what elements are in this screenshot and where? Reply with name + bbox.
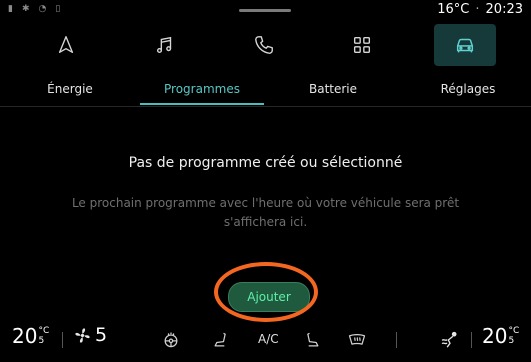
defrost-button[interactable] [345, 328, 369, 352]
infotainment-screen: ▮ ✱ ◔ ▯ 16°C · 20:23 Énergie Programmes … [0, 0, 531, 362]
phone-icon: ▯ [55, 4, 61, 14]
signal-icon: ▮ [8, 4, 13, 14]
fan-speed-value: 5 [95, 324, 108, 346]
right-divider [471, 332, 472, 348]
seat-icon [307, 332, 319, 347]
right-temperature[interactable]: 20 °C 5 [482, 324, 519, 348]
right-temp-decimal: 5 [508, 336, 515, 346]
nav-button-vehicle[interactable] [434, 24, 496, 66]
status-readout: 16°C · 20:23 [437, 2, 523, 17]
left-temperature-unit: °C 5 [38, 326, 49, 346]
nav-button-music[interactable] [134, 24, 196, 66]
nav-button-phone[interactable] [233, 24, 295, 66]
status-icons: ▮ ✱ ◔ ▯ [8, 4, 60, 14]
left-temperature[interactable]: 20 °C 5 [12, 324, 49, 348]
music-icon [156, 36, 172, 54]
active-tab-indicator [140, 103, 264, 105]
status-separator: · [475, 2, 480, 17]
tab-batterie[interactable]: Batterie [283, 72, 383, 106]
fan-icon [75, 327, 90, 343]
air-flow-button[interactable] [438, 328, 462, 352]
phone-icon [255, 36, 273, 54]
right-temperature-unit: °C 5 [508, 326, 519, 346]
tab-programmes[interactable]: Programmes [140, 72, 264, 106]
heated-seat-right-button[interactable] [300, 328, 324, 352]
nav-button-apps[interactable] [331, 24, 393, 66]
apps-icon [353, 36, 371, 54]
empty-state-description: Le prochain programme avec l'heure où vo… [71, 196, 460, 229]
clock: 20:23 [485, 2, 523, 17]
left-divider [62, 332, 63, 348]
right-temperature-value: 20 [482, 324, 508, 348]
outside-temperature: 16°C [437, 2, 470, 17]
tab-bar: Énergie Programmes Batterie Réglages [0, 72, 531, 107]
pull-down-handle[interactable] [239, 9, 291, 12]
left-temp-unit-label: °C [38, 326, 50, 336]
right-temp-unit-label: °C [508, 326, 520, 336]
status-bar: ▮ ✱ ◔ ▯ 16°C · 20:23 [0, 0, 531, 20]
wifi-icon: ◔ [38, 4, 47, 14]
fan-speed[interactable]: 5 [73, 324, 107, 346]
climate-bar: 20 °C 5 5 A/C 20 °C 5 [0, 318, 531, 362]
tab-energie[interactable]: Énergie [20, 72, 120, 106]
windshield-defrost-icon [348, 333, 366, 345]
seat-icon [214, 332, 226, 347]
air-flow-icon [441, 331, 457, 348]
ac-button[interactable]: A/C [258, 332, 279, 346]
heated-seat-left-button[interactable] [209, 328, 233, 352]
navigation-icon [58, 36, 74, 54]
right-section-divider [396, 332, 397, 348]
add-program-button[interactable]: Ajouter [228, 282, 310, 312]
empty-state-title: Pas de programme créé ou sélectionné [128, 155, 403, 171]
tab-reglages[interactable]: Réglages [413, 72, 523, 106]
left-temperature-value: 20 [12, 324, 38, 348]
left-temp-decimal: 5 [38, 336, 45, 346]
steering-wheel-heat-icon [164, 332, 178, 348]
nav-button-navigation[interactable] [35, 24, 97, 66]
heated-steering-wheel-button[interactable] [159, 328, 183, 352]
bluetooth-icon: ✱ [21, 4, 30, 14]
vehicle-icon [456, 38, 474, 53]
top-navigation [0, 24, 531, 70]
